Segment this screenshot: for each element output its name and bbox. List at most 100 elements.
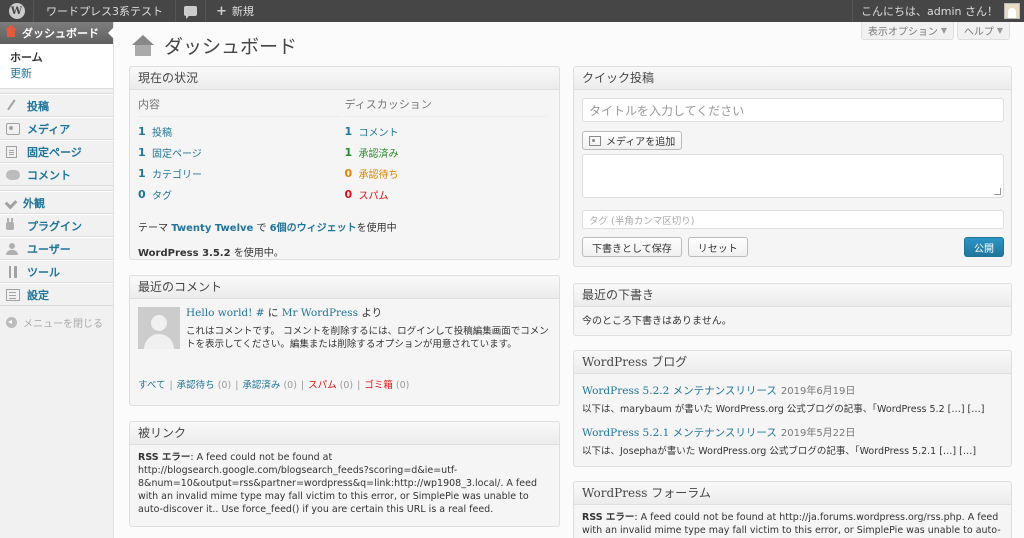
save-draft-button[interactable]: 下書きとして保存 bbox=[582, 237, 682, 257]
filter-approved-link[interactable]: 承認済み bbox=[242, 380, 280, 391]
theme-mid: で bbox=[253, 223, 270, 234]
menu-label: ツール bbox=[27, 265, 60, 279]
stat-label: 固定ページ bbox=[152, 149, 202, 160]
comments-button[interactable] bbox=[176, 0, 206, 22]
stat-count: 1 bbox=[344, 125, 353, 138]
content-column: 1 投稿 1 固定ページ 1 カテゴリー 0 タグ bbox=[138, 121, 341, 205]
rss-error-label: RSS エラー bbox=[138, 452, 191, 463]
add-media-button[interactable]: メディアを追加 bbox=[582, 131, 683, 150]
rss-error-text: : A feed could not be found at http://bl… bbox=[138, 452, 537, 515]
stat-label: カテゴリー bbox=[152, 170, 202, 181]
recent-comments-box: 最近のコメント Hello world! # に Mr WordPress より… bbox=[129, 275, 560, 406]
menu-item-pages[interactable]: 固定ページ bbox=[0, 140, 113, 163]
recent-drafts-title[interactable]: 最近の下書き bbox=[574, 284, 1011, 307]
add-media-label: メディアを追加 bbox=[606, 137, 676, 148]
menu-item-posts[interactable]: 投稿 bbox=[0, 94, 113, 117]
new-content-button[interactable]: + 新規 bbox=[206, 0, 264, 22]
comment-author-link[interactable]: Mr WordPress bbox=[282, 307, 358, 319]
stat-approved[interactable]: 1 承認済み bbox=[345, 142, 548, 163]
reset-button[interactable]: リセット bbox=[687, 237, 748, 257]
stat-tags[interactable]: 0 タグ bbox=[138, 184, 341, 205]
publish-button[interactable]: 公開 bbox=[964, 237, 1004, 257]
menu-item-dashboard[interactable]: ダッシュボード bbox=[0, 22, 114, 44]
version-info: WordPress 3.5.2 を使用中。 bbox=[138, 244, 551, 259]
blog-post-link[interactable]: WordPress 5.2.1 メンテナンスリリース bbox=[582, 427, 777, 439]
stat-count: 1 bbox=[138, 125, 146, 138]
dashboard-submenu: ホーム 更新 bbox=[0, 44, 113, 89]
theme-prefix: テーマ bbox=[138, 223, 172, 234]
submenu-updates[interactable]: 更新 bbox=[10, 66, 113, 82]
wordpress-blog-title[interactable]: WordPress ブログ bbox=[574, 351, 1011, 374]
chevron-down-icon: ▼ bbox=[996, 26, 1003, 35]
settings-icon bbox=[6, 288, 20, 301]
quick-press-title[interactable]: クイック投稿 bbox=[574, 67, 1011, 90]
menu-label: ユーザー bbox=[27, 242, 71, 256]
wordpress-forum-title[interactable]: WordPress フォーラム bbox=[574, 482, 1011, 505]
recent-comments-title[interactable]: 最近のコメント bbox=[130, 276, 559, 299]
list-item: WordPress 5.2.1 メンテナンスリリース 2019年5月22日 以下は… bbox=[582, 424, 1003, 457]
theme-link[interactable]: Twenty Twelve bbox=[171, 223, 253, 234]
stat-spam[interactable]: 0 スパム bbox=[345, 184, 548, 205]
comment-meta-text: より bbox=[358, 307, 383, 319]
menu-item-media[interactable]: メディア bbox=[0, 117, 113, 140]
screen-options-label: 表示オプション bbox=[867, 27, 938, 38]
menu-item-appearance[interactable]: 外観 bbox=[0, 191, 113, 214]
stat-categories[interactable]: 1 カテゴリー bbox=[138, 163, 341, 184]
list-item: WordPress 5.2.2 メンテナンスリリース 2019年6月19日 以下は… bbox=[582, 382, 1003, 415]
post-content-textarea[interactable] bbox=[582, 154, 1004, 198]
stat-label: 投稿 bbox=[152, 128, 172, 139]
pending-count: (0) bbox=[217, 380, 232, 391]
menu-item-tools[interactable]: ツール bbox=[0, 260, 113, 283]
account-menu[interactable]: こんにちは、admin さん！ bbox=[852, 0, 1024, 22]
blog-post-link[interactable]: WordPress 5.2.2 メンテナンスリリース bbox=[582, 385, 777, 397]
menu-item-plugins[interactable]: プラグイン bbox=[0, 214, 113, 237]
menu-label: 設定 bbox=[27, 288, 49, 302]
filter-spam-link[interactable]: スパム bbox=[308, 380, 337, 391]
rss-error-label: RSS エラー bbox=[582, 512, 635, 523]
menu-item-users[interactable]: ユーザー bbox=[0, 237, 113, 260]
comment-text: これはコメントです。 コメントを削除するには、ログインして投稿編集画面でコメント… bbox=[186, 326, 549, 350]
stat-pending[interactable]: 0 承認待ち bbox=[345, 163, 548, 184]
site-name-link[interactable]: ワードプレス3系テスト bbox=[34, 0, 176, 22]
stat-pages[interactable]: 1 固定ページ bbox=[138, 142, 341, 163]
incoming-links-title[interactable]: 被リンク bbox=[130, 422, 559, 445]
right-now-title[interactable]: 現在の状況 bbox=[130, 67, 559, 90]
stat-posts[interactable]: 1 投稿 bbox=[138, 121, 341, 142]
admin-menu: ダッシュボード ホーム 更新 投稿 メディア 固定ページ コメント 外観 プラグ… bbox=[0, 22, 114, 538]
menu-item-settings[interactable]: 設定 bbox=[0, 283, 113, 306]
comment-bubble-icon bbox=[184, 6, 197, 19]
filter-all-link[interactable]: すべて bbox=[138, 380, 165, 391]
quick-press-box: クイック投稿 タイトルを入力してください メディアを追加 タグ (半角カンマ区切… bbox=[573, 66, 1012, 267]
stat-label: 承認待ち bbox=[358, 170, 399, 181]
comment-post-link[interactable]: Hello world! # bbox=[186, 307, 265, 319]
stat-label: スパム bbox=[358, 191, 389, 202]
stat-count: 1 bbox=[138, 146, 146, 159]
blog-post-date: 2019年6月19日 bbox=[780, 386, 856, 397]
plus-icon: + bbox=[216, 3, 227, 19]
discussion-heading: ディスカッション bbox=[344, 96, 547, 117]
comment-icon bbox=[6, 169, 20, 180]
wordpress-blog-box: WordPress ブログ WordPress 5.2.2 メンテナンスリリース… bbox=[573, 350, 1012, 467]
blog-post-excerpt: 以下は、Josephaが書いた WordPress.org 公式ブログの記事、「… bbox=[582, 446, 977, 457]
widgets-link[interactable]: 6個のウィジェット bbox=[270, 223, 357, 234]
help-label: ヘルプ bbox=[963, 27, 994, 38]
menu-item-comments[interactable]: コメント bbox=[0, 163, 113, 186]
screen-options-button[interactable]: 表示オプション ▼ bbox=[860, 22, 954, 40]
submenu-home[interactable]: ホーム bbox=[10, 50, 113, 66]
rss-error-text: : A feed could not be found at http://ja… bbox=[582, 512, 1001, 536]
wordpress-logo-icon[interactable]: W bbox=[0, 0, 34, 22]
filter-trash-link[interactable]: ゴミ箱 bbox=[364, 380, 393, 391]
tags-input[interactable]: タグ (半角カンマ区切り) bbox=[582, 210, 1004, 229]
brush-icon bbox=[4, 196, 18, 209]
stat-label: タグ bbox=[152, 191, 172, 202]
page-heading: ダッシュボード bbox=[132, 32, 297, 59]
right-now-box: 現在の状況 内容 ディスカッション 1 投稿 1 固定ページ 1 カテゴリー 0 タグ … bbox=[129, 66, 560, 260]
stat-count: 0 bbox=[138, 188, 146, 201]
filter-pending-link[interactable]: 承認待ち bbox=[177, 380, 215, 391]
post-title-input[interactable]: タイトルを入力してください bbox=[582, 98, 1004, 122]
collapse-menu-button[interactable]: メニューを閉じる bbox=[0, 310, 113, 334]
stat-comments[interactable]: 1 コメント bbox=[345, 121, 548, 142]
avatar bbox=[138, 307, 180, 349]
help-button[interactable]: ヘルプ ▼ bbox=[956, 22, 1010, 40]
stat-count: 0 bbox=[344, 167, 353, 180]
